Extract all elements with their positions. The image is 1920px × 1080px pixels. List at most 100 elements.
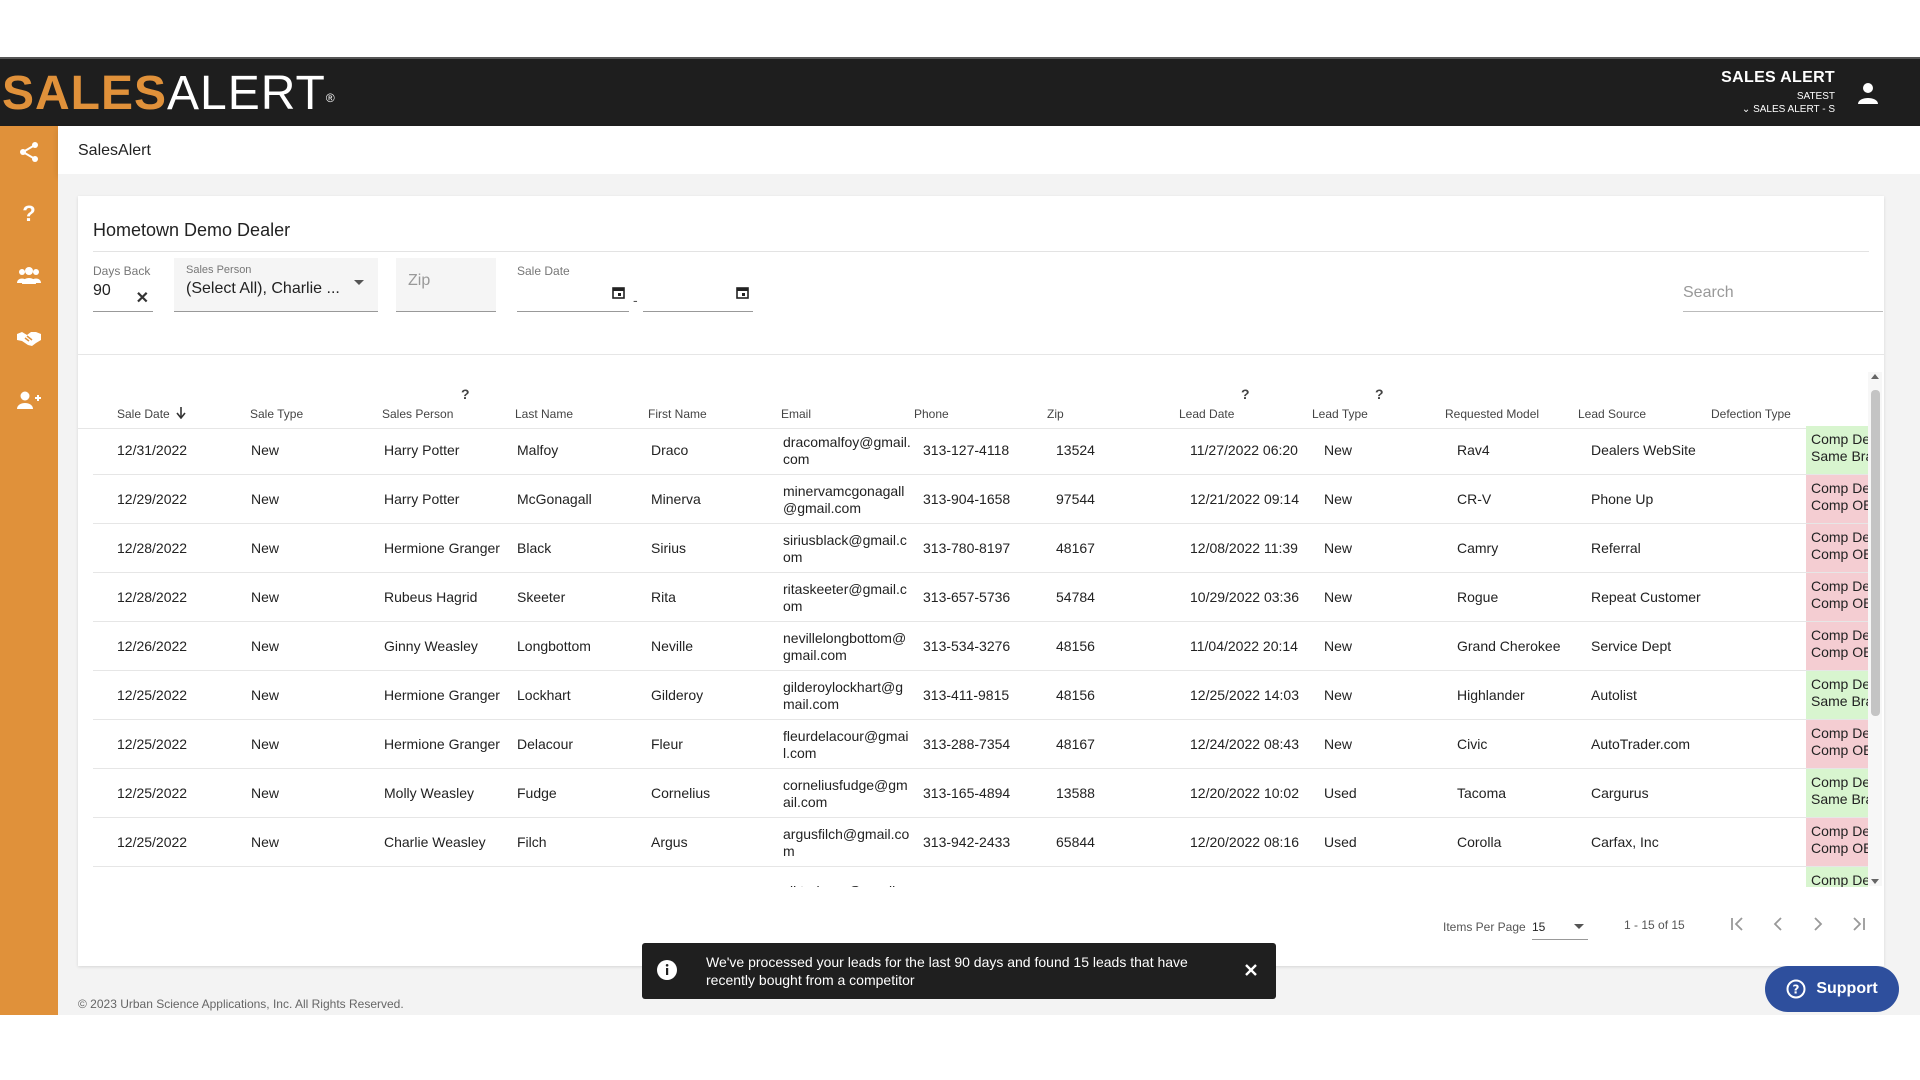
col-phone[interactable]: Phone (914, 407, 949, 421)
table-row[interactable]: 12/25/2022 New Molly Weasley Fudge Cornelius… (93, 769, 1868, 818)
col-lead-type[interactable]: Lead Type (1312, 407, 1368, 421)
col-lead-date[interactable]: Lead Date (1179, 407, 1234, 421)
cell-lead-type: New (1324, 736, 1353, 752)
col-zip[interactable]: Zip (1047, 407, 1064, 421)
cell-defection-type: Comp Dealer Sale – Same Brand (1806, 769, 1868, 817)
cell-email: minervamcgonagall@gmail.com (783, 482, 905, 516)
sales-person-help-icon[interactable]: ? (461, 386, 470, 402)
lead-type-help-icon[interactable]: ? (1375, 386, 1384, 402)
table-row[interactable]: 12/25/2022 New Hermione Granger Delacour Fle… (93, 720, 1868, 769)
account-info[interactable]: SALES ALERT SATEST ⌄ SALES ALERT - S (1721, 69, 1835, 115)
lead-date-help-icon[interactable]: ? (1241, 386, 1250, 402)
cell-sales-person: Hermione Granger (384, 540, 500, 556)
cell-last-name: Skeeter (517, 589, 566, 605)
cell-defection-type: Comp Dealer Sale – Comp OEM (1806, 475, 1868, 523)
col-sale-type[interactable]: Sale Type (250, 407, 303, 421)
cell-lead-type: New (1324, 540, 1353, 556)
sidebar-nav: ? (0, 126, 58, 1015)
cell-phone: 313-288-7354 (923, 736, 1011, 752)
cell-last-name: Fudge (517, 785, 557, 801)
cell-lead-type (1324, 867, 1414, 887)
cell-lead-type: Used (1324, 785, 1357, 801)
cell-phone: 313-411-9815 (923, 687, 1010, 703)
cell-requested-model: Grand Cherokee (1457, 638, 1561, 654)
col-sales-person[interactable]: Sales Person (382, 407, 453, 421)
days-back-field[interactable]: Days Back 90 ✕ (93, 264, 153, 312)
table-row[interactable]: viktorkrum@gmail.c Comp Dealer Sale – (93, 867, 1868, 887)
table-row[interactable]: 12/26/2022 New Ginny Weasley Longbottom Nevi… (93, 622, 1868, 671)
cell-phone: 313-165-4894 (923, 785, 1011, 801)
cell-defection-type: Comp Dealer Sale – (1806, 867, 1868, 887)
calendar-icon[interactable] (612, 286, 625, 304)
share-icon[interactable] (15, 138, 43, 166)
handshake-icon[interactable] (15, 324, 43, 352)
col-sale-date[interactable]: Sale Date (117, 407, 186, 422)
cell-lead-date: 10/29/2022 03:36 (1190, 589, 1299, 605)
col-email[interactable]: Email (781, 407, 811, 421)
cell-first-name (651, 867, 771, 887)
info-icon (656, 959, 678, 981)
table-row[interactable]: 12/25/2022 New Hermione Granger Lockhart Gil… (93, 671, 1868, 720)
close-icon[interactable] (1240, 959, 1262, 981)
cell-requested-model (1457, 867, 1587, 887)
scroll-up-arrow-icon[interactable] (1871, 374, 1879, 379)
last-page-button[interactable] (1844, 910, 1872, 938)
clear-icon[interactable]: ✕ (136, 288, 149, 308)
user-profile-icon[interactable] (1856, 81, 1880, 105)
table-scrollbar[interactable] (1868, 372, 1882, 886)
cell-lead-source: Repeat Customer (1591, 589, 1701, 605)
scrollbar-thumb[interactable] (1871, 390, 1880, 716)
col-defection-type[interactable]: Defection Type (1711, 407, 1791, 421)
cell-sales-person: Hermione Granger (384, 687, 500, 703)
table-row[interactable]: 12/31/2022 New Harry Potter Malfoy Draco drac… (93, 426, 1868, 475)
group-users-icon[interactable] (15, 262, 43, 290)
cell-sale-date: 12/25/2022 (117, 834, 188, 850)
cell-sale-date (117, 867, 237, 887)
date-range-separator: - (633, 292, 638, 308)
cell-last-name (517, 867, 637, 887)
table-body: 12/31/2022 New Harry Potter Malfoy Draco drac… (93, 426, 1868, 887)
sale-date-start-input[interactable]: Sale Date (517, 264, 629, 312)
cell-sale-type: New (251, 589, 280, 605)
scroll-down-arrow-icon[interactable] (1871, 879, 1879, 884)
cell-lead-type: Used (1324, 834, 1357, 850)
col-requested-model[interactable]: Requested Model (1445, 407, 1539, 421)
account-selector[interactable]: ⌄ SALES ALERT - S (1721, 104, 1835, 115)
cell-defection-type: Comp Dealer Sale – Same Brand (1806, 671, 1868, 719)
previous-page-button[interactable] (1764, 910, 1792, 938)
table-row[interactable]: 12/25/2022 New Charlie Weasley Filch Argus ar… (93, 818, 1868, 867)
cell-lead-date: 12/21/2022 09:14 (1190, 491, 1299, 507)
cell-lead-source: AutoTrader.com (1591, 736, 1691, 752)
items-per-page-select[interactable]: 15 (1532, 910, 1588, 940)
col-lead-source[interactable]: Lead Source (1578, 407, 1646, 421)
sort-descending-icon[interactable] (176, 407, 186, 422)
first-page-icon (1731, 917, 1743, 931)
first-page-button[interactable] (1724, 910, 1752, 938)
dealer-code-label: SATEST (1796, 91, 1835, 102)
col-last-name[interactable]: Last Name (515, 407, 573, 421)
table-row[interactable]: 12/28/2022 New Rubeus Hagrid Skeeter Rita rit… (93, 573, 1868, 622)
col-first-name[interactable]: First Name (648, 407, 707, 421)
calendar-icon[interactable] (736, 286, 749, 304)
add-user-icon[interactable] (15, 386, 43, 414)
support-button[interactable]: ? Support (1765, 966, 1899, 1012)
cell-phone: 313-534-3276 (923, 638, 1011, 654)
cell-lead-source: Referral (1591, 540, 1641, 556)
title-divider (93, 251, 1869, 252)
breadcrumb-item[interactable]: SalesAlert (78, 142, 151, 160)
cell-sale-date: 12/28/2022 (117, 540, 188, 556)
search-input[interactable]: Search (1683, 264, 1883, 312)
cell-sale-date: 12/25/2022 (117, 687, 188, 703)
table-row[interactable]: 12/29/2022 New Harry Potter McGonagall Miner… (93, 475, 1868, 524)
cell-requested-model: Rav4 (1457, 442, 1490, 458)
sale-date-end-input[interactable] (643, 264, 753, 312)
zip-input[interactable]: Zip (396, 258, 496, 312)
cell-zip: 48156 (1056, 638, 1095, 654)
breadcrumb: SalesAlert (58, 126, 1920, 174)
next-page-button[interactable] (1804, 910, 1832, 938)
sales-person-select[interactable]: Sales Person (Select All), Charlie ... (174, 258, 378, 312)
cell-phone: 313-657-5736 (923, 589, 1011, 605)
help-question-icon[interactable]: ? (15, 200, 43, 228)
table-row[interactable]: 12/28/2022 New Hermione Granger Black Sirius… (93, 524, 1868, 573)
cell-phone (923, 867, 1038, 887)
